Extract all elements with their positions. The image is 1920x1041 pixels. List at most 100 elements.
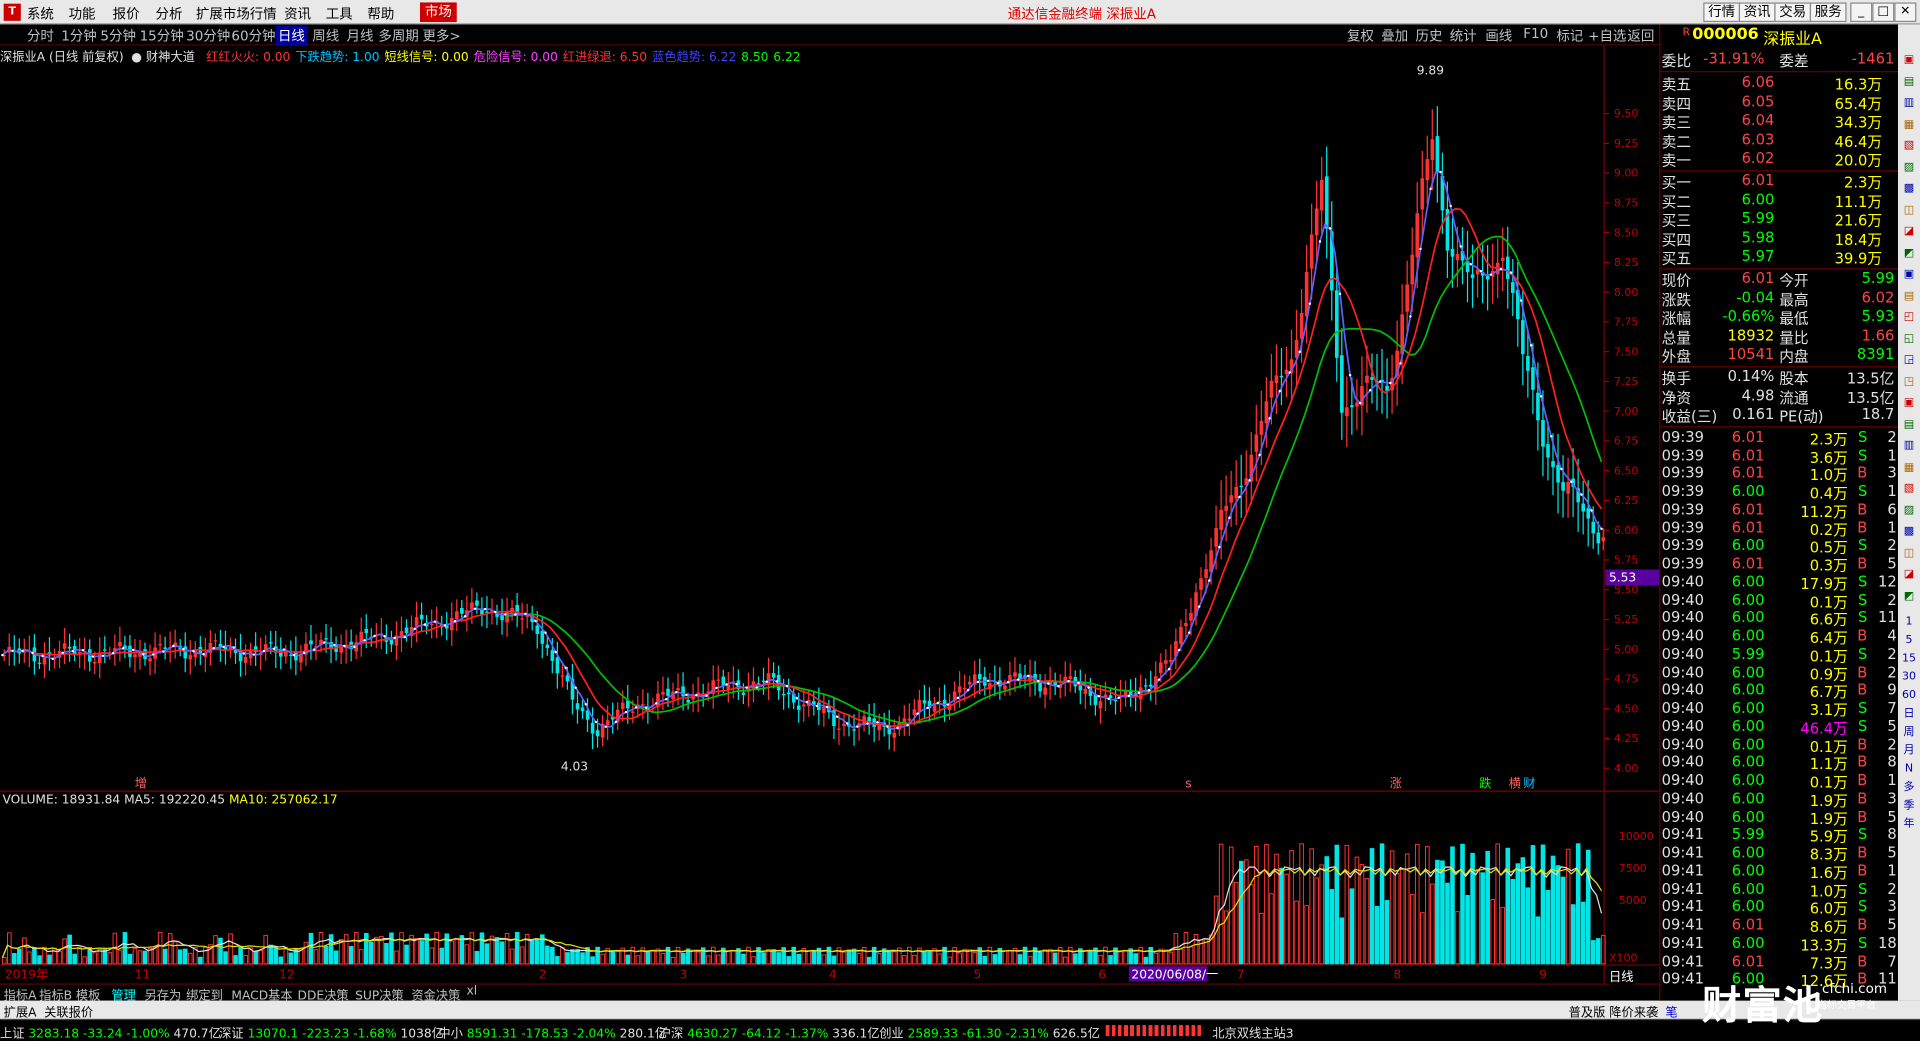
tool-fuquan[interactable]: 复权 <box>1347 26 1374 46</box>
period-shortcut[interactable]: 年 <box>1899 816 1919 833</box>
period-shortcut[interactable]: 月 <box>1899 742 1919 759</box>
toolbar-icon[interactable]: ▣ <box>1899 394 1919 411</box>
toolbar-icon[interactable]: ▦ <box>1899 116 1919 133</box>
indicator-tab[interactable]: xl <box>467 985 478 998</box>
period-monthly[interactable]: 月线 <box>347 26 374 46</box>
minimize-icon[interactable]: _ <box>1850 2 1873 23</box>
index-quote-0[interactable]: 上证 3283.18 -33.24 -1.00% 470.7亿 <box>0 1023 221 1041</box>
toolbar-icon[interactable]: ◲ <box>1899 351 1919 368</box>
period-shortcut[interactable]: 60 <box>1899 687 1919 704</box>
tool-add-watch[interactable]: +自选 <box>1588 26 1626 46</box>
period-shortcut[interactable]: 季 <box>1899 797 1919 814</box>
menu-item-tools[interactable]: 工具 <box>326 4 353 24</box>
volume-bar <box>1530 845 1536 965</box>
index-quote-1[interactable]: 深证 13070.1 -223.23 -1.68% 1038亿 <box>219 1023 444 1041</box>
menu-item-analysis[interactable]: 分析 <box>156 4 183 24</box>
period-shortcut[interactable]: N <box>1899 761 1919 778</box>
period-30min[interactable]: 30分钟 <box>186 26 230 46</box>
toolbar-icon[interactable]: ▣ <box>1899 266 1919 283</box>
server-status[interactable]: 北京双线主站3 <box>1212 1023 1293 1041</box>
menu-item-ext-market[interactable]: 扩展市场行情 <box>196 4 277 24</box>
tab-ext-a[interactable]: 扩展A <box>4 1002 37 1020</box>
trend-dot <box>805 700 809 704</box>
toolbar-icon[interactable]: ▤ <box>1899 73 1919 90</box>
toolbar-icon[interactable]: ▨ <box>1899 502 1919 519</box>
menu-item-help[interactable]: 帮助 <box>367 4 394 24</box>
candle-body <box>1596 532 1601 544</box>
maximize-icon[interactable]: □ <box>1872 2 1895 23</box>
tool-stats[interactable]: 统计 <box>1450 26 1477 46</box>
period-more[interactable]: 更多> <box>422 26 460 46</box>
tool-overlay[interactable]: 叠加 <box>1381 26 1408 46</box>
market-tab[interactable]: 市场 <box>420 2 457 23</box>
quote-button[interactable]: 行情 <box>1703 2 1741 23</box>
index-quote-4[interactable]: 创业 2589.33 -61.30 -2.31% 626.5亿 <box>879 1023 1100 1041</box>
period-multi[interactable]: 多周期 <box>378 26 418 46</box>
toolbar-icon[interactable]: ▧ <box>1899 137 1919 154</box>
tool-draw[interactable]: 画线 <box>1485 26 1512 46</box>
tick-count: 3 <box>1887 464 1897 482</box>
period-shortcut[interactable]: 30 <box>1899 669 1919 686</box>
trend-dot <box>544 631 547 634</box>
toolbar-icon[interactable]: ◫ <box>1899 201 1919 218</box>
toolbar-icon[interactable]: ◫ <box>1899 544 1919 561</box>
period-fenshi[interactable]: 分时 <box>27 26 54 46</box>
promo-text[interactable]: 普及版 降价来袭 <box>1569 1002 1659 1020</box>
x-axis-label: 9 <box>1539 968 1547 982</box>
chart-area[interactable]: 9.50 9.25 9.00 8.75 8.50 8.25 8.00 7.75 7.50 7.25… <box>0 45 1660 984</box>
toolbar-icon[interactable]: ◪ <box>1899 223 1919 240</box>
info-button[interactable]: 资讯 <box>1738 2 1776 23</box>
index-quote-2[interactable]: 中小 8591.31 -178.53 -2.04% 280.1亿 <box>438 1023 667 1041</box>
period-15min[interactable]: 15分钟 <box>140 26 184 46</box>
toolbar-icon[interactable]: ▤ <box>1899 287 1919 304</box>
period-shortcut[interactable]: 5 <box>1899 632 1919 649</box>
tick-row: 09:41 6.00 8.3万 B 5 <box>1660 844 1899 864</box>
period-60min[interactable]: 60分钟 <box>231 26 275 46</box>
period-1min[interactable]: 1分钟 <box>61 26 97 46</box>
index-quote-3[interactable]: 沪深 4630.27 -64.12 -1.37% 336.1亿 <box>659 1023 880 1041</box>
toolbar-icon[interactable]: ▤ <box>1899 416 1919 433</box>
index-amount: 626.5亿 <box>1052 1027 1101 1041</box>
stat-value: 13.5亿 <box>1846 388 1895 407</box>
tool-mark[interactable]: 标记 <box>1556 26 1583 46</box>
period-5min[interactable]: 5分钟 <box>100 26 136 46</box>
period-shortcut[interactable]: 周 <box>1899 724 1919 741</box>
tab-related-quote[interactable]: 关联报价 <box>44 1002 93 1020</box>
menu-item-news[interactable]: 资讯 <box>284 4 311 24</box>
toolbar-icon[interactable]: ▩ <box>1899 180 1919 197</box>
toolbar-icon[interactable]: ▣ <box>1899 51 1919 68</box>
close-icon[interactable]: ✕ <box>1894 2 1917 23</box>
tab-ticks[interactable]: 笔 <box>1665 1002 1677 1020</box>
index-value: 2589.33 <box>907 1027 963 1041</box>
menu-item-function[interactable]: 功能 <box>69 4 96 24</box>
candle-body <box>1279 375 1284 378</box>
candle-body <box>661 691 665 695</box>
toolbar-icon[interactable]: ◪ <box>1899 566 1919 583</box>
tool-f10[interactable]: F10 <box>1523 26 1548 42</box>
tool-history[interactable]: 历史 <box>1416 26 1443 46</box>
toolbar-icon[interactable]: ▩ <box>1899 523 1919 540</box>
toolbar-icon[interactable]: ▨ <box>1899 159 1919 176</box>
toolbar-icon[interactable]: ▦ <box>1899 459 1919 476</box>
toolbar-icon[interactable]: ◳ <box>1899 373 1919 390</box>
tool-back[interactable]: 返回 <box>1627 26 1654 46</box>
toolbar-icon[interactable]: ▧ <box>1899 480 1919 497</box>
period-shortcut[interactable]: 日 <box>1899 705 1919 722</box>
candle-body <box>912 709 917 716</box>
trade-button[interactable]: 交易 <box>1774 2 1812 23</box>
period-weekly[interactable]: 周线 <box>312 26 339 46</box>
period-shortcut[interactable]: 多 <box>1899 779 1919 796</box>
menu-item-system[interactable]: 系统 <box>27 4 54 24</box>
toolbar-icon[interactable]: ◩ <box>1899 587 1919 604</box>
period-daily[interactable]: 日线 <box>275 25 308 46</box>
period-shortcut[interactable]: 15 <box>1899 650 1919 667</box>
period-shortcut[interactable]: 1 <box>1899 614 1919 631</box>
toolbar-icon[interactable]: ▥ <box>1899 94 1919 111</box>
toolbar-icon[interactable]: ◰ <box>1899 309 1919 326</box>
toolbar-icon[interactable]: ◩ <box>1899 244 1919 261</box>
service-button[interactable]: 服务 <box>1809 2 1847 23</box>
toolbar-icon[interactable]: ◱ <box>1899 330 1919 347</box>
toolbar-icon[interactable]: ▥ <box>1899 437 1919 454</box>
menu-item-quote[interactable]: 报价 <box>113 4 140 24</box>
volume-bar <box>610 950 616 965</box>
